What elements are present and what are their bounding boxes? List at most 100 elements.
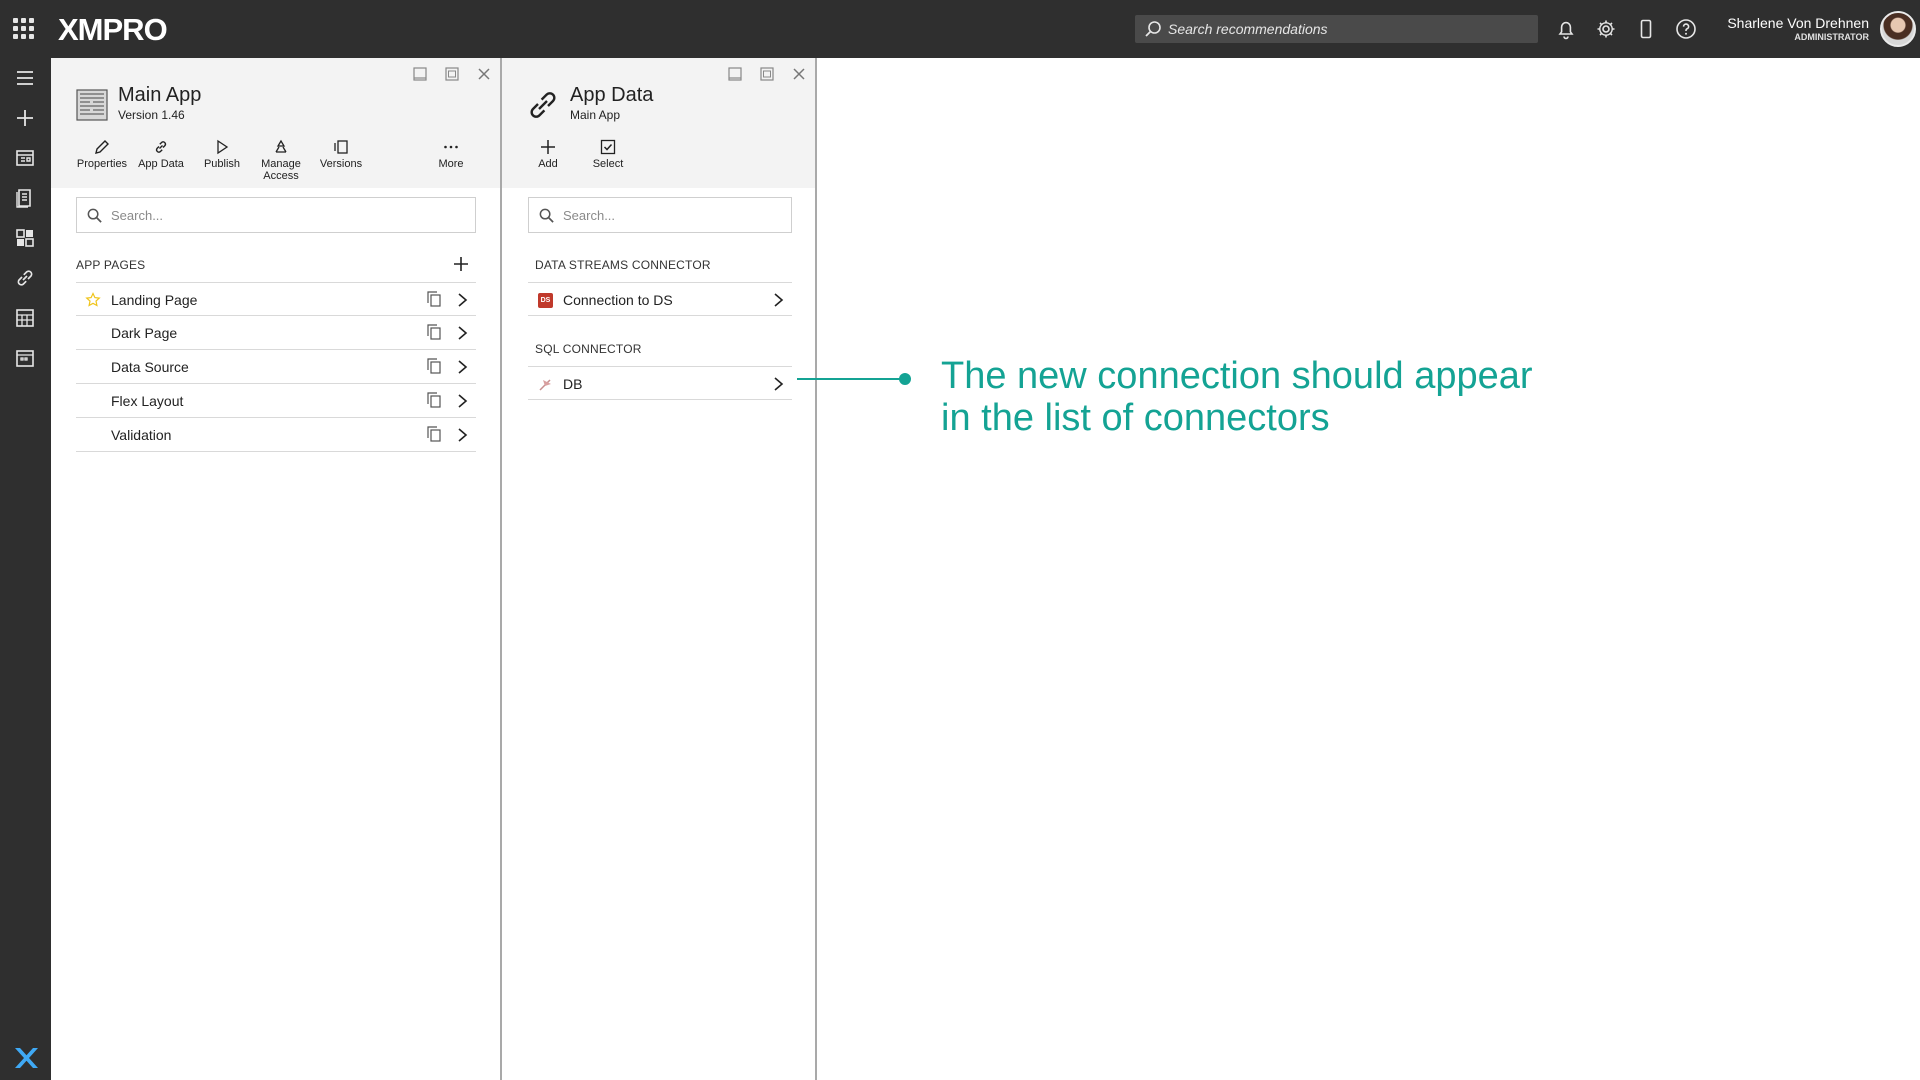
chevron-right-icon[interactable]	[454, 426, 470, 444]
xmpro-x-logo-icon[interactable]	[12, 1046, 38, 1070]
chevron-right-icon[interactable]	[454, 291, 470, 309]
versions-button[interactable]: Versions	[315, 138, 367, 170]
pages-search[interactable]	[76, 197, 476, 233]
document-list-icon[interactable]	[13, 186, 37, 210]
annotation-line-2: in the list of connectors	[941, 397, 1330, 439]
avatar[interactable]	[1880, 11, 1916, 47]
sql-connector-heading: SQL CONNECTOR	[535, 342, 642, 356]
publish-label: Publish	[203, 158, 241, 170]
chevron-right-icon[interactable]	[770, 375, 786, 393]
panel-title: Main App	[118, 84, 202, 106]
maximize-icon[interactable]	[443, 65, 461, 83]
list-item-connection-to-ds[interactable]: DS Connection to DS	[528, 282, 792, 316]
list-item-landing-page[interactable]: Landing Page	[76, 282, 476, 316]
connector-label: Connection to DS	[563, 292, 673, 308]
main-app-panel: Main App Version 1.46 Properties App Dat…	[51, 58, 502, 1080]
more-icon	[444, 145, 458, 149]
checkbox-icon	[600, 139, 616, 155]
list-item-data-source[interactable]: Data Source	[76, 350, 476, 384]
page-label: Flex Layout	[111, 393, 184, 409]
copy-icon[interactable]	[425, 323, 443, 341]
add-page-icon[interactable]	[453, 256, 469, 272]
pages-search-input[interactable]	[111, 198, 430, 232]
play-icon	[217, 139, 229, 155]
more-button[interactable]: More	[425, 138, 477, 170]
help-icon[interactable]	[1674, 17, 1698, 41]
connector-label: DB	[563, 376, 583, 392]
hamburger-menu-icon[interactable]	[13, 66, 37, 90]
list-item-flex-layout[interactable]: Flex Layout	[76, 384, 476, 418]
chevron-right-icon[interactable]	[770, 291, 786, 309]
user-role: ADMINISTRATOR	[1794, 32, 1869, 42]
list-item-dark-page[interactable]: Dark Page	[76, 316, 476, 350]
add-label: Add	[538, 158, 558, 170]
page-label: Landing Page	[111, 292, 198, 308]
properties-button[interactable]: Properties	[76, 138, 128, 170]
list-item-validation[interactable]: Validation	[76, 418, 476, 452]
panel-subtitle: Main App	[570, 108, 621, 122]
user-name[interactable]: Sharlene Von Drehnen	[1727, 15, 1869, 31]
data-streams-connector-heading: DATA STREAMS CONNECTOR	[535, 258, 711, 272]
minimize-icon[interactable]	[411, 65, 429, 83]
dashboard-icon[interactable]	[13, 146, 37, 170]
annotation-callout-dot	[899, 373, 911, 385]
app-data-panel: App Data Main App Add Select DATA STREAM…	[502, 58, 817, 1080]
recycle-icon	[275, 139, 287, 153]
list-item-db[interactable]: DB	[528, 366, 792, 400]
close-icon[interactable]	[790, 65, 808, 83]
xmpro-logo[interactable]: XMPRO	[58, 12, 168, 48]
annotation-callout-line	[797, 378, 905, 380]
search-recommendations[interactable]	[1135, 15, 1538, 43]
sql-connector-icon	[539, 379, 551, 391]
left-nav-rail	[0, 58, 51, 1080]
copy-icon[interactable]	[425, 290, 443, 308]
search-icon	[539, 208, 554, 223]
chevron-right-icon[interactable]	[454, 392, 470, 410]
copy-icon[interactable]	[425, 425, 443, 443]
versions-label: Versions	[319, 158, 363, 170]
connectors-search-input[interactable]	[563, 198, 773, 232]
page-label: Validation	[111, 427, 172, 443]
app-thumbnail-icon	[76, 89, 108, 121]
ds-badge-icon: DS	[538, 293, 553, 308]
top-bar: XMPRO Sharlene Von Drehnen ADMINISTRATOR	[0, 0, 1920, 58]
app-data-panel-header: App Data Main App Add Select	[502, 58, 815, 188]
mobile-device-icon[interactable]	[1634, 17, 1658, 41]
properties-label: Properties	[76, 158, 128, 170]
main-app-panel-header: Main App Version 1.46 Properties App Dat…	[51, 58, 500, 188]
more-label: More	[438, 158, 464, 170]
chevron-right-icon[interactable]	[454, 324, 470, 342]
add-icon[interactable]	[13, 106, 37, 130]
star-icon[interactable]	[85, 292, 101, 308]
pencil-icon	[95, 140, 109, 154]
search-icon	[87, 208, 102, 223]
app-launcher-icon[interactable]	[13, 18, 34, 39]
widgets-icon[interactable]	[13, 226, 37, 250]
search-icon	[1145, 21, 1161, 37]
bell-icon[interactable]	[1554, 17, 1578, 41]
panel-title: App Data	[570, 84, 654, 106]
manage-access-button[interactable]: Manage Access	[255, 138, 307, 182]
link-icon[interactable]	[13, 266, 37, 290]
minimize-icon[interactable]	[726, 65, 744, 83]
calendar-icon[interactable]	[13, 346, 37, 370]
close-icon[interactable]	[475, 65, 493, 83]
gear-icon[interactable]	[1594, 17, 1618, 41]
chevron-right-icon[interactable]	[454, 358, 470, 376]
link-icon	[155, 141, 167, 153]
search-recommendations-input[interactable]	[1168, 15, 1528, 43]
versions-icon	[334, 140, 348, 154]
copy-icon[interactable]	[425, 391, 443, 409]
add-button[interactable]: Add	[528, 138, 568, 170]
connectors-search[interactable]	[528, 197, 792, 233]
maximize-icon[interactable]	[758, 65, 776, 83]
app-data-button[interactable]: App Data	[135, 138, 187, 170]
plus-icon	[541, 140, 555, 154]
panel-subtitle: Version 1.46	[118, 108, 185, 122]
copy-icon[interactable]	[425, 357, 443, 375]
table-grid-icon[interactable]	[13, 306, 37, 330]
select-button[interactable]: Select	[586, 138, 630, 170]
annotation-text: The new connection should appear in the …	[941, 355, 1661, 439]
page-label: Dark Page	[111, 325, 178, 341]
publish-button[interactable]: Publish	[196, 138, 248, 170]
